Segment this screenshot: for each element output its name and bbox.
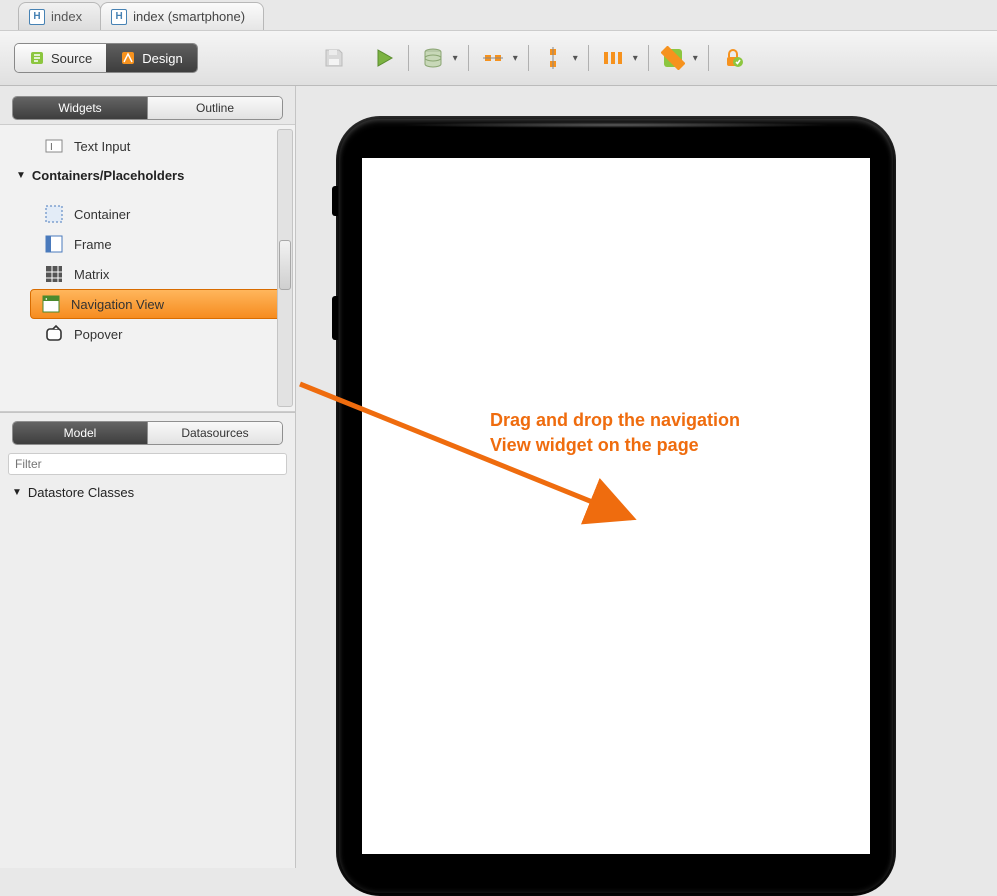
widget-list-scroll: I Text Input ▼ Containers/Placeholders C: [0, 124, 295, 412]
align-vertical-icon[interactable]: [539, 44, 567, 72]
widget-frame[interactable]: Frame: [0, 229, 295, 259]
widget-label: Matrix: [74, 267, 109, 282]
chevron-down-icon[interactable]: ▾: [693, 53, 698, 64]
disclosure-triangle-icon: ▼: [12, 487, 22, 498]
tab-datasources[interactable]: Datasources: [147, 422, 282, 444]
save-icon[interactable]: [320, 44, 348, 72]
design-canvas[interactable]: [296, 86, 997, 868]
text-input-icon: I: [44, 136, 64, 156]
svg-text:I: I: [50, 142, 53, 153]
matrix-icon: [44, 264, 64, 284]
widget-navigation-view[interactable]: Navigation View: [30, 289, 285, 319]
tab-model[interactable]: Model: [13, 422, 147, 444]
run-icon[interactable]: [370, 44, 398, 72]
design-label: Design: [142, 51, 182, 66]
widget-scrollbar[interactable]: [277, 129, 293, 407]
html-file-icon: H: [111, 9, 127, 25]
navigation-view-icon: [41, 294, 61, 314]
source-icon: [29, 50, 45, 66]
file-tab-label: index (smartphone): [133, 9, 245, 24]
container-icon: [44, 204, 64, 224]
widgets-outline-tabs: Widgets Outline: [12, 96, 283, 120]
chevron-down-icon[interactable]: ▾: [573, 53, 578, 64]
source-view-button[interactable]: Source: [15, 44, 106, 72]
view-mode-toggle: Source Design: [14, 43, 198, 73]
widgets-panel: Widgets Outline I Text Input ▼ Container…: [0, 86, 295, 413]
widget-matrix[interactable]: Matrix: [0, 259, 295, 289]
widget-label: Frame: [74, 237, 112, 252]
popover-icon: [44, 324, 64, 344]
file-tab-label: index: [51, 9, 82, 24]
filter-input[interactable]: [8, 453, 287, 475]
theme-icon[interactable]: [659, 44, 687, 72]
frame-icon: [44, 234, 64, 254]
chevron-down-icon[interactable]: ▾: [513, 53, 518, 64]
lock-icon[interactable]: [719, 44, 747, 72]
model-datasources-tabs: Model Datasources: [12, 421, 283, 445]
widget-container[interactable]: Container: [0, 199, 295, 229]
distribute-icon[interactable]: [599, 44, 627, 72]
tab-widgets[interactable]: Widgets: [13, 97, 147, 119]
widget-label: Container: [74, 207, 130, 222]
file-tab-index[interactable]: H index: [18, 2, 101, 30]
left-sidebar: Widgets Outline I Text Input ▼ Container…: [0, 86, 296, 868]
chevron-down-icon[interactable]: ▾: [453, 53, 458, 64]
section-label: Containers/Placeholders: [32, 168, 184, 183]
design-view-button[interactable]: Design: [106, 44, 196, 72]
disclosure-triangle-icon: ▼: [16, 170, 26, 181]
database-icon[interactable]: [419, 44, 447, 72]
tree-datastore-classes[interactable]: ▼ Datastore Classes: [0, 479, 295, 506]
widget-label: Text Input: [74, 139, 130, 154]
widget-label: Navigation View: [71, 297, 164, 312]
chevron-down-icon[interactable]: ▾: [633, 53, 638, 64]
align-horizontal-icon[interactable]: [479, 44, 507, 72]
design-icon: [120, 50, 136, 66]
section-containers-placeholders[interactable]: ▼ Containers/Placeholders: [0, 161, 295, 189]
file-tab-strip: H index H index (smartphone): [0, 0, 997, 30]
tab-outline[interactable]: Outline: [147, 97, 282, 119]
html-file-icon: H: [29, 9, 45, 25]
scrollbar-thumb[interactable]: [279, 240, 291, 290]
widget-label: Popover: [74, 327, 122, 342]
device-screen[interactable]: [362, 158, 870, 854]
main-toolbar: Source Design ▾ ▾ ▾: [0, 30, 997, 86]
model-panel: Model Datasources ▼ Datastore Classes: [0, 413, 295, 868]
source-label: Source: [51, 51, 92, 66]
widget-popover[interactable]: Popover: [0, 319, 295, 349]
smartphone-device-frame: [336, 116, 896, 896]
widget-text-input[interactable]: I Text Input: [0, 131, 295, 161]
tree-root-label: Datastore Classes: [28, 485, 134, 500]
file-tab-index-smartphone[interactable]: H index (smartphone): [100, 2, 264, 30]
